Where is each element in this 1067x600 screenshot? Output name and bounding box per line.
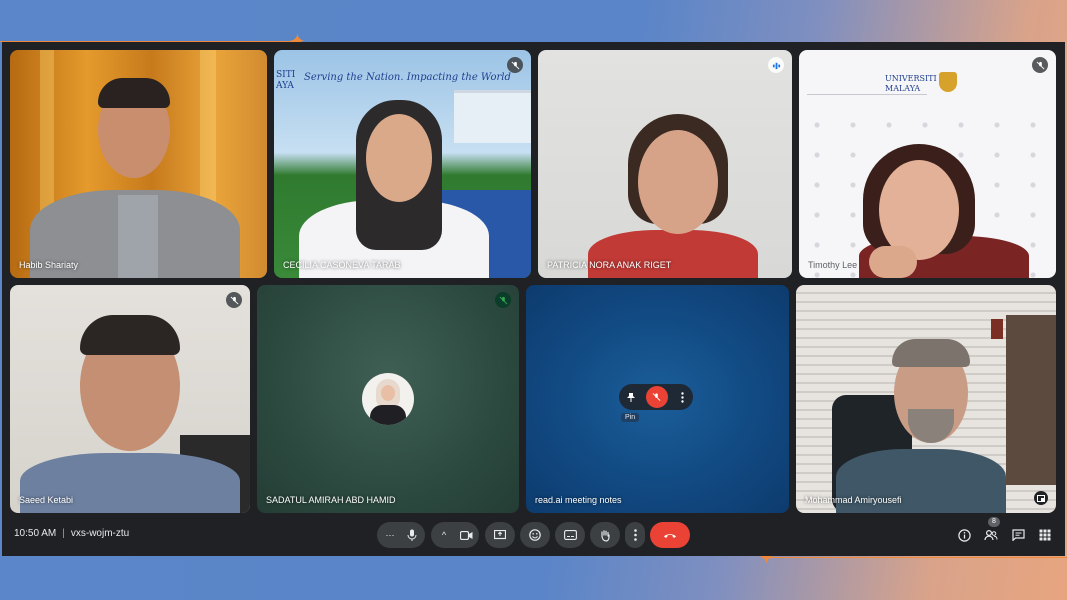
banner-prefix: SITI AYA: [276, 70, 296, 91]
video-tile-timothy[interactable]: UNIVERSITI MALAYA Timothy Lee: [799, 50, 1056, 278]
audio-options-icon[interactable]: ⋯: [379, 530, 401, 541]
captions-icon: [563, 530, 577, 540]
present-icon: [494, 529, 506, 539]
speaking-indicator-icon: [768, 57, 784, 73]
emoji-button[interactable]: [520, 522, 550, 548]
info-button[interactable]: [955, 526, 973, 544]
participant-head: [638, 130, 718, 234]
participant-name: Saeed Ketabi: [19, 495, 74, 505]
participant-name: SADATUL AMIRAH ABD HAMID: [266, 495, 396, 505]
hand: [869, 246, 917, 278]
hair: [98, 78, 170, 108]
decor-line-bottom: [768, 557, 1067, 558]
university-crest: [939, 72, 957, 92]
pin-tooltip: Pin: [621, 413, 640, 422]
mute-participant-icon[interactable]: [645, 386, 668, 408]
participant-count-badge: 8: [988, 517, 1000, 527]
muted-mic-icon: [226, 292, 242, 308]
avatar: [362, 373, 414, 425]
hair: [80, 315, 180, 355]
meeting-window: Habib Shariaty Serving the Nation. Impac…: [2, 42, 1065, 556]
meeting-time: 10:50 AM: [14, 528, 57, 539]
pin-icon[interactable]: [623, 389, 639, 405]
video-tile-habib[interactable]: Habib Shariaty: [10, 50, 267, 278]
video-tile-mohammad[interactable]: Mohammad Amiryousefi: [796, 285, 1056, 513]
camera-control-group: ^: [431, 522, 479, 548]
participant-name: read.ai meeting notes: [535, 495, 622, 505]
building: [454, 90, 531, 143]
avatar-face: [381, 385, 395, 401]
more-options-icon: [633, 529, 637, 541]
activities-icon: [1039, 529, 1051, 541]
banner-text: Serving the Nation. Impacting the World: [304, 72, 511, 83]
pip-toggle-icon[interactable]: [1034, 491, 1048, 505]
participant-head: [366, 114, 432, 202]
muted-mic-icon: [507, 57, 523, 73]
participant-head: [879, 160, 959, 260]
video-options-icon[interactable]: ^: [433, 530, 455, 540]
activities-button[interactable]: [1036, 526, 1054, 544]
participant-name: Mohammad Amiryousefi: [805, 495, 902, 505]
control-bar: 10:50 AM | vxs-wojm-ztu ⋯ ^ 8: [2, 512, 1065, 556]
avatar-body: [370, 405, 406, 425]
chat-button[interactable]: [1009, 526, 1027, 544]
tile-more-icon[interactable]: [675, 389, 689, 405]
mic-icon[interactable]: [401, 529, 423, 541]
mic-control-group: ⋯: [377, 522, 425, 548]
wall-frame: [991, 319, 1003, 339]
muted-mic-icon: [1032, 57, 1048, 73]
end-call-icon: [664, 533, 676, 538]
video-tile-cecilia[interactable]: Serving the Nation. Impacting the World …: [274, 50, 531, 278]
video-tile-readai[interactable]: Pin read.ai meeting notes: [526, 285, 789, 513]
end-call-button[interactable]: [650, 522, 690, 548]
people-button[interactable]: 8: [982, 517, 1000, 544]
hair: [892, 339, 970, 367]
emoji-icon: [529, 529, 541, 541]
separator: |: [62, 528, 65, 539]
video-tile-patricia[interactable]: PATRICIA NORA ANAK RIGET: [538, 50, 792, 278]
captions-button[interactable]: [555, 522, 585, 548]
participant-name: CECILIA CASONEVA TARAB: [283, 260, 401, 270]
meeting-info-text: 10:50 AM | vxs-wojm-ztu: [14, 528, 129, 539]
camera-icon[interactable]: [455, 530, 477, 540]
raise-hand-icon: [601, 529, 610, 542]
participant-name: PATRICIA NORA ANAK RIGET: [547, 260, 672, 270]
video-tile-saeed[interactable]: Saeed Ketabi: [10, 285, 250, 513]
video-tile-sadatul[interactable]: SADATUL AMIRAH ABD HAMID: [257, 285, 519, 513]
info-icon: [957, 528, 971, 542]
tile-hover-controls: [619, 384, 693, 410]
chat-icon: [1011, 529, 1025, 541]
shirt: [118, 195, 158, 278]
more-options-button[interactable]: [625, 522, 645, 548]
participant-name: Timothy Lee: [808, 260, 858, 270]
speaking-indicator-icon: [495, 292, 511, 308]
people-icon: [984, 529, 998, 541]
participant-name: Habib Shariaty: [19, 260, 79, 270]
raise-hand-button[interactable]: [590, 522, 620, 548]
university-logo-text: UNIVERSITI MALAYA: [885, 74, 937, 93]
present-button[interactable]: [485, 522, 515, 548]
participant-body: [588, 230, 758, 278]
meeting-code: vxs-wojm-ztu: [70, 528, 130, 539]
bookshelf: [1006, 315, 1056, 485]
